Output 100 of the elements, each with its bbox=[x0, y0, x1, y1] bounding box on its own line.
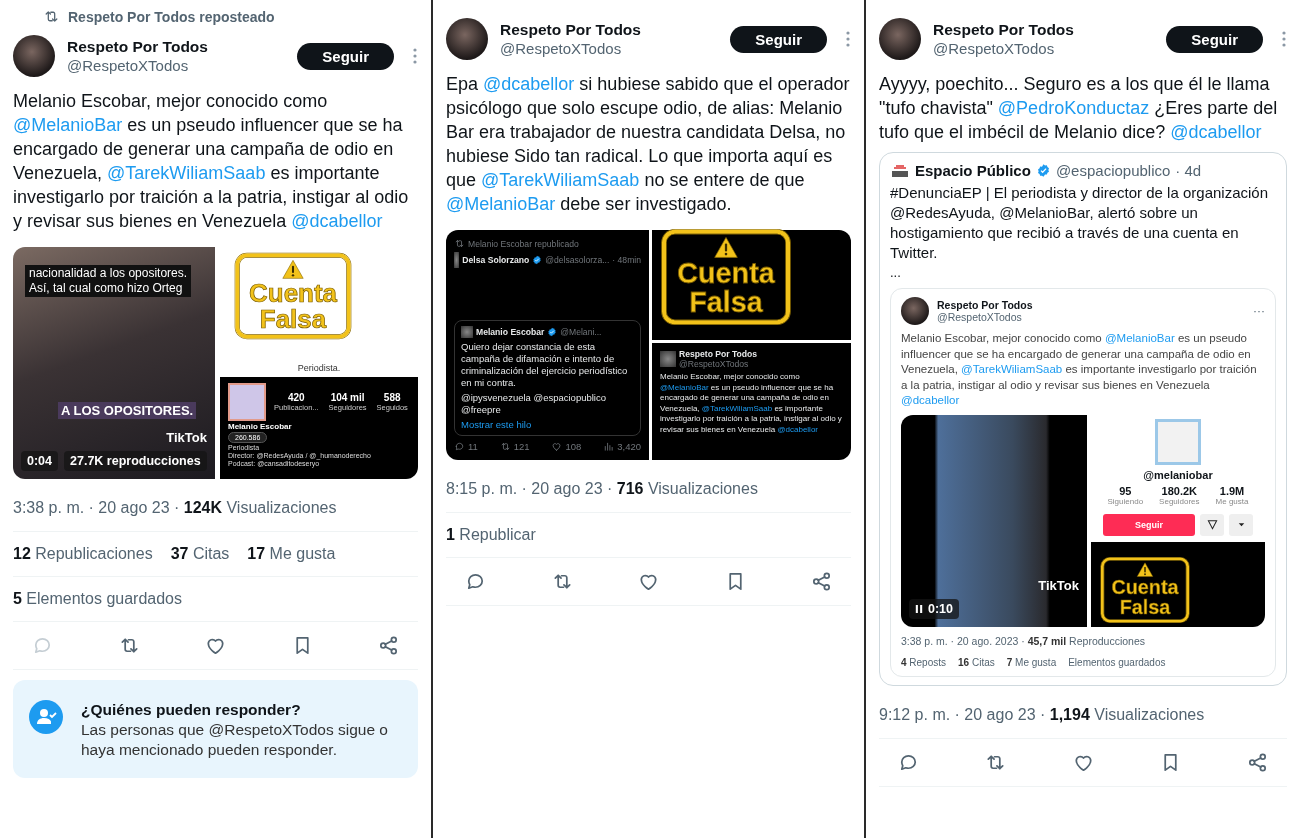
mention-link[interactable]: @TarekWiliamSaab bbox=[701, 403, 773, 413]
stamp-text: Cuenta bbox=[249, 280, 337, 307]
share-button[interactable] bbox=[1200, 513, 1224, 536]
stat-value: 104 mil bbox=[330, 392, 365, 403]
mention-link[interactable]: @MelanioBar bbox=[660, 382, 709, 392]
verified-badge-icon bbox=[532, 255, 543, 265]
follow-button[interactable]: Seguir bbox=[730, 25, 827, 53]
ellipsis-text: ... bbox=[890, 265, 902, 280]
mention-link[interactable]: @dcabellor bbox=[777, 424, 818, 434]
repost-icon[interactable] bbox=[499, 441, 511, 452]
stat-value: 180.2K bbox=[1161, 484, 1198, 497]
count-text: 108 bbox=[565, 441, 582, 452]
avatar bbox=[446, 18, 488, 60]
author-name: Respeto Por Todos bbox=[937, 299, 1034, 311]
author-handle: @RespetoXTodos bbox=[937, 311, 1023, 323]
repost-label: Melanio Escobar republicado bbox=[468, 238, 579, 249]
duration-text: 0:10 bbox=[928, 601, 954, 616]
stat-text[interactable]: 37 Citas bbox=[170, 545, 230, 563]
stat-text: 16 Citas bbox=[958, 656, 995, 668]
stat-label: Seguidores bbox=[1159, 496, 1200, 506]
stat-text: 4 Reposts bbox=[901, 656, 947, 668]
stamp-text: Cuenta bbox=[1111, 577, 1179, 598]
avatar bbox=[901, 297, 929, 325]
follow-button[interactable]: Seguir bbox=[1166, 25, 1263, 53]
author-name: Respeto Por Todos bbox=[67, 38, 209, 56]
repost-icon bbox=[454, 238, 465, 249]
more-icon[interactable]: ··· bbox=[1253, 304, 1265, 318]
stat-label: Me gusta bbox=[1215, 496, 1249, 506]
stat-value: 420 bbox=[287, 392, 305, 403]
author-name: Espacio Público bbox=[915, 162, 1031, 179]
play-count: 27.7K reproducciones bbox=[64, 451, 207, 471]
author-name: Respeto Por Todos bbox=[679, 349, 758, 359]
profile-name: Melanio Escobar bbox=[228, 422, 293, 431]
author-name: Respeto Por Todos bbox=[933, 21, 1075, 39]
stamp-text: Falsa bbox=[689, 288, 763, 317]
author-name: Melanio Escobar bbox=[476, 327, 545, 337]
stamp-text: Falsa bbox=[1119, 597, 1171, 617]
more-icon[interactable] bbox=[845, 30, 851, 48]
profile-bio: Periodista. bbox=[296, 362, 342, 375]
stamp-text: Cuenta bbox=[677, 259, 775, 289]
profile-handle: @melaniobar bbox=[1143, 468, 1213, 481]
avatar bbox=[13, 35, 55, 77]
video-caption: A LOS OPOSITORES. bbox=[58, 402, 197, 419]
stat-value: 588 bbox=[383, 392, 401, 403]
avatar bbox=[454, 252, 460, 268]
repost-label: Respeto Por Todos reposteado bbox=[68, 8, 275, 25]
watermark-label: TikTok bbox=[1038, 577, 1079, 593]
avatar bbox=[660, 351, 676, 367]
reply-icon[interactable] bbox=[454, 441, 465, 452]
heart-icon[interactable] bbox=[551, 441, 563, 452]
mention-link[interactable]: @ipysvenezuela @espaciopublico @freepre bbox=[461, 392, 634, 416]
watermark-label: TikTok bbox=[166, 430, 207, 445]
author-name: Respeto Por Todos bbox=[500, 21, 642, 39]
stat-text[interactable]: 1 Republicar bbox=[446, 526, 536, 544]
follow-button[interactable]: Seguir bbox=[1103, 513, 1195, 536]
post-time: · 48min bbox=[612, 255, 641, 265]
pause-icon[interactable] bbox=[915, 603, 923, 614]
author-handle: @delsasolorza... bbox=[545, 255, 610, 265]
author-handle: @espaciopublico bbox=[1055, 162, 1171, 179]
post-text: Quiero dejar constancia de esta campaña de difamación e intento de criminalización del ejercicio periodístico en mi contra. bbox=[461, 341, 629, 389]
author-handle: @RespetoXTodos bbox=[679, 359, 750, 369]
post-meta: 3:38 p. m. · 20 ago. 2023 · 45,7 mil Reproducciones bbox=[901, 634, 1146, 647]
notice-text: Las personas que @RespetoXTodos sigue o haya mencionado pueden responder. bbox=[81, 720, 389, 760]
post-text: Melanio Escobar, mejor conocido como @MelanioBar es un pseudo influencer que se ha encargado de generar una campaña de odio en Venezuela, @TarekWiliamSaab es importante investigarlo por traición a la patria, instigar al odio y revisar sus bienes en Venezuela @dcabellor bbox=[13, 90, 410, 233]
stat-text[interactable]: 17 Me gusta bbox=[247, 545, 336, 563]
author-handle: @RespetoXTodos bbox=[933, 40, 1056, 57]
stat-text: Elementos guardados bbox=[1068, 656, 1166, 668]
send-icon bbox=[1206, 519, 1218, 530]
stat-value: 95 bbox=[1119, 484, 1132, 497]
stat-text[interactable]: 12 Republicaciones bbox=[13, 545, 153, 563]
author-handle: @RespetoXTodos bbox=[67, 57, 190, 74]
verified-badge-icon bbox=[1035, 163, 1051, 178]
verified-badge-icon bbox=[547, 327, 558, 337]
stat-value: 1.9M bbox=[1219, 484, 1245, 497]
share-icon[interactable] bbox=[377, 634, 400, 657]
quoted-post[interactable] bbox=[879, 152, 1287, 686]
quoted-post[interactable] bbox=[890, 288, 1276, 677]
count-text: 11 bbox=[468, 441, 478, 452]
video-caption: nacionalidad a los opositores. Así, tal cual como hizo Orteg bbox=[25, 265, 192, 297]
more-icon[interactable] bbox=[412, 47, 418, 65]
bar-chart-icon[interactable] bbox=[603, 441, 615, 452]
more-icon[interactable] bbox=[1281, 30, 1287, 48]
stat-text[interactable]: 5 Elementos guardados bbox=[13, 590, 182, 608]
avatar bbox=[879, 18, 921, 60]
post-text: Melanio Escobar, mejor conocido como @MelanioBar es un pseudo influencer que se ha encargado de generar una campaña de odio en Venezuela, @TarekWiliamSaab es importante investigarlo por traición a la patria, instigar al odio y revisar sus bienes en Venezuela @dcabellor bbox=[901, 331, 1258, 408]
share-icon[interactable] bbox=[810, 570, 833, 593]
follow-button[interactable]: Seguir bbox=[297, 42, 394, 70]
post-meta: 8:15 p. m. · 20 ago 23 · 716 Visualizaciones bbox=[446, 480, 759, 499]
building-logo-icon bbox=[890, 163, 910, 178]
author-name: Delsa Solorzano bbox=[462, 255, 530, 265]
stat-label: Siguiendo bbox=[1107, 496, 1144, 506]
person-check-icon bbox=[29, 700, 63, 734]
show-thread-link[interactable]: Mostrar este hilo bbox=[461, 419, 634, 430]
author-handle: @RespetoXTodos bbox=[500, 40, 623, 57]
count-text: 121 bbox=[513, 441, 530, 452]
post-text: Melanio Escobar, mejor conocido como @MelanioBar es un pseudo influencer que se ha encargado de generar una campaña de odio en Venezuela, @TarekWiliamSaab es importante investigarlo por traición a la patria, instigar al odio y revisar sus bienes en Venezuela @dcabellor bbox=[660, 372, 843, 435]
post-text: #DenunciaEP | El periodista y director de la organización @RedesAyuda, @MelanioBar, alertó sobre un hostigamiento que recibió a través de una cuenta en Twitter. bbox=[890, 183, 1269, 263]
post-meta: 9:12 p. m. · 20 ago 23 · 1,194 Visualizaciones bbox=[879, 705, 1206, 725]
notice-title: ¿Quiénes pueden responder? bbox=[81, 700, 302, 720]
count-text: 3,420 bbox=[617, 441, 641, 452]
